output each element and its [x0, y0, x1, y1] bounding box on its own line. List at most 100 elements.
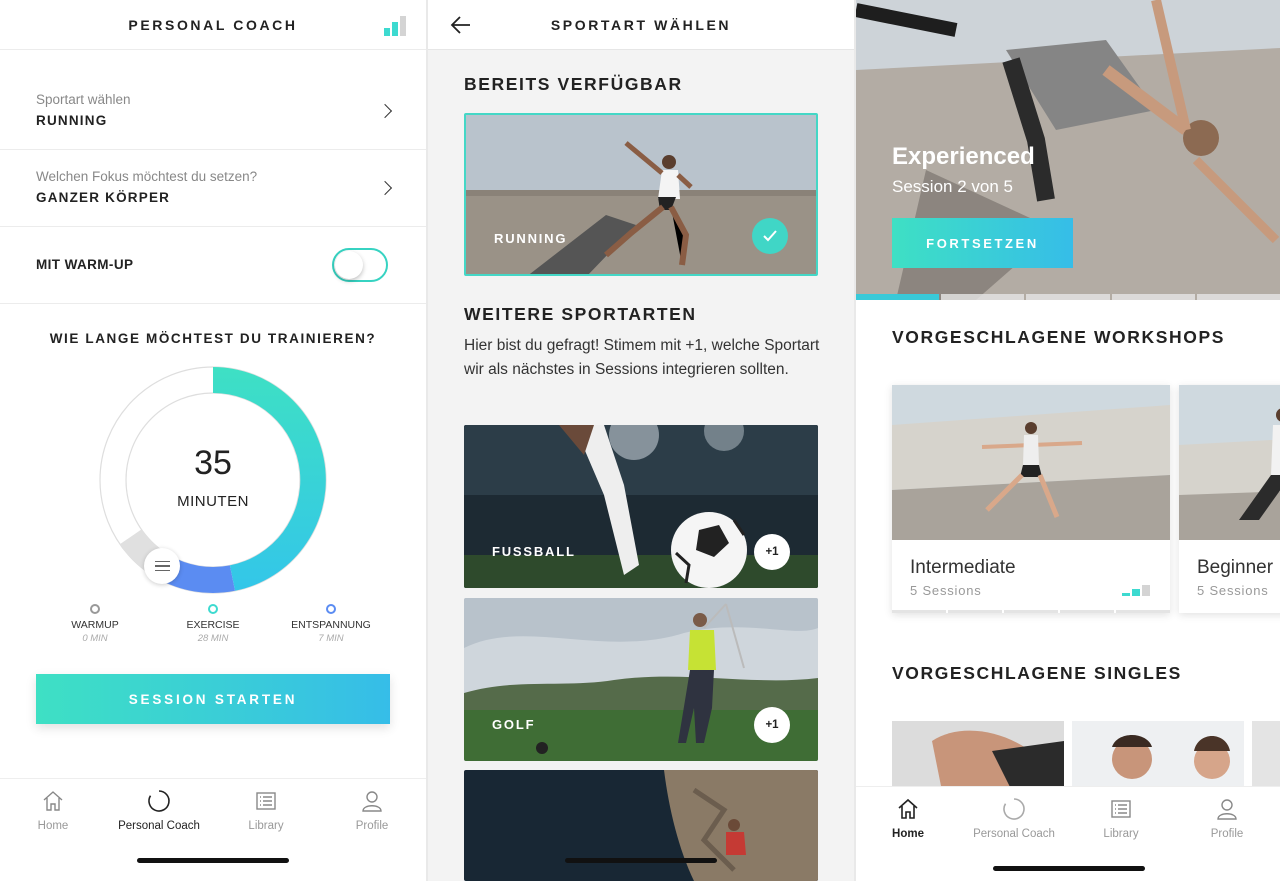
hero-banner: Experienced Session 2 von 5 FORTSETZEN	[856, 0, 1280, 300]
chevron-right-icon	[377, 103, 393, 119]
hero-subtitle: Session 2 von 5	[892, 177, 1013, 196]
coach-header: PERSONAL COACH	[0, 0, 426, 50]
home-indicator	[565, 858, 717, 863]
singles-heading: VORGESCHLAGENE SINGLES	[892, 663, 1182, 683]
sport-card-climbing[interactable]	[464, 770, 818, 881]
profile-icon	[1217, 799, 1237, 820]
tab-personal-coach-label: Personal Coach	[118, 820, 200, 832]
workshop-sessions: 5 Sessions	[910, 583, 982, 598]
session-start-button[interactable]: SESSION STARTEN	[36, 674, 390, 724]
vote-button-football[interactable]: +1	[754, 534, 790, 570]
available-heading: BEREITS VERFÜGBAR	[464, 74, 683, 94]
warmup-label: MIT WARM-UP	[36, 257, 134, 272]
single-photo	[1072, 721, 1244, 791]
sport-card-running[interactable]: RUNNING	[464, 113, 818, 276]
workshop-card-beginner[interactable]: Beginner 5 Sessions	[1179, 385, 1280, 613]
workshop-intermediate-photo	[892, 385, 1170, 540]
duration-question: WIE LANGE MÖCHTEST DU TRAINIEREN?	[49, 331, 377, 346]
single-card[interactable]	[892, 721, 1064, 791]
hero-title: Experienced	[892, 143, 1035, 170]
page-title: PERSONAL COACH	[128, 16, 298, 33]
duration-value: 35	[194, 444, 232, 482]
library-icon	[1111, 800, 1131, 818]
sport-card-running-label: RUNNING	[494, 231, 568, 246]
legend-warmup-minutes: 0 MIN	[82, 633, 108, 644]
sport-select-value: RUNNING	[36, 113, 108, 128]
focus-select-row[interactable]: Welchen Fokus möchtest du setzen? GANZER…	[0, 150, 426, 227]
warmup-row: MIT WARM-UP	[0, 227, 426, 304]
sport-select-header: SPORTART WÄHLEN	[428, 0, 854, 50]
tab-library-label: Library	[1103, 828, 1139, 840]
sport-select-label: Sportart wählen	[36, 92, 131, 107]
sport-card-golf-label: GOLF	[492, 717, 536, 732]
single-card[interactable]	[1072, 721, 1244, 791]
personal-coach-screen: PERSONAL COACH Sportart wählen RUNNING W…	[0, 0, 426, 881]
coach-icon	[148, 790, 170, 812]
legend-relaxation: ENTSPANNUNG 7 MIN	[271, 604, 391, 644]
tab-bar: Home Personal Coach Library Profile	[0, 778, 426, 881]
warmup-dot	[90, 604, 100, 614]
chevron-right-icon	[377, 180, 393, 196]
continue-button[interactable]: FORTSETZEN	[892, 218, 1073, 268]
tab-library[interactable]: Library	[216, 789, 316, 834]
profile-icon	[362, 791, 382, 812]
tab-profile[interactable]: Profile	[1177, 797, 1277, 842]
tab-profile[interactable]: Profile	[322, 789, 422, 834]
legend-warmup-name: WARMUP	[71, 619, 119, 631]
legend-warmup: WARMUP 0 MIN	[35, 604, 155, 644]
toggle-knob	[335, 251, 363, 279]
sport-card-football[interactable]: FUSSBALL +1	[464, 425, 818, 588]
tab-profile-label: Profile	[355, 820, 389, 832]
tab-library[interactable]: Library	[1071, 797, 1171, 842]
more-sports-description: Hier bist du gefragt! Stimem mit +1, wel…	[464, 337, 820, 378]
legend-exercise: EXERCISE 28 MIN	[153, 604, 273, 644]
workshop-title: Beginner	[1197, 557, 1274, 578]
tab-library-label: Library	[248, 820, 284, 832]
vote-button-golf[interactable]: +1	[754, 707, 790, 743]
home-icon	[898, 798, 918, 819]
coach-icon	[1003, 798, 1025, 820]
tab-home-label: Home	[892, 828, 924, 840]
tab-home[interactable]: Home	[3, 789, 103, 834]
exercise-dot	[208, 604, 218, 614]
home-indicator	[993, 866, 1145, 871]
relaxation-dot	[326, 604, 336, 614]
session-progress-bar	[856, 294, 1280, 300]
single-photo	[1252, 721, 1280, 791]
tab-personal-coach[interactable]: Personal Coach	[964, 797, 1064, 842]
focus-select-value: GANZER KÖRPER	[36, 190, 171, 205]
sport-card-golf[interactable]: GOLF +1	[464, 598, 818, 761]
duration-drag-handle[interactable]	[144, 548, 180, 584]
home-screen: Experienced Session 2 von 5 FORTSETZEN V…	[856, 0, 1280, 881]
level-intermediate-icon	[1122, 585, 1150, 596]
sport-card-football-label: FUSSBALL	[492, 544, 576, 559]
tab-profile-label: Profile	[1210, 828, 1244, 840]
more-sports-heading: WEITERE SPORTARTEN	[464, 304, 697, 324]
stats-icon[interactable]	[384, 14, 406, 36]
home-icon	[43, 791, 63, 811]
workshop-sessions: 5 Sessions	[1197, 583, 1269, 598]
legend-relaxation-name: ENTSPANNUNG	[291, 619, 371, 631]
workshop-progress-segments	[892, 610, 1170, 613]
focus-select-label: Welchen Fokus möchtest du setzen?	[36, 169, 258, 184]
check-icon	[752, 218, 788, 254]
legend-exercise-minutes: 28 MIN	[197, 633, 229, 644]
single-card[interactable]	[1252, 721, 1280, 791]
climbing-photo	[464, 770, 818, 881]
back-arrow-icon[interactable]	[450, 14, 472, 36]
workshop-card-intermediate[interactable]: Intermediate 5 Sessions	[892, 385, 1170, 613]
sport-select-screen: SPORTART WÄHLEN BEREITS VERFÜGBAR RUNNIN…	[428, 0, 854, 881]
legend-relaxation-minutes: 7 MIN	[318, 633, 344, 644]
workshop-beginner-photo	[1179, 385, 1280, 540]
workshop-title: Intermediate	[910, 557, 1016, 578]
page-title: SPORTART WÄHLEN	[550, 16, 732, 33]
sport-select-row[interactable]: Sportart wählen RUNNING	[0, 50, 426, 150]
single-photo	[892, 721, 1064, 791]
warmup-toggle[interactable]	[332, 248, 388, 282]
duration-unit: MINUTEN	[177, 493, 249, 510]
home-indicator	[137, 858, 289, 863]
workshops-heading: VORGESCHLAGENE WORKSHOPS	[892, 327, 1226, 347]
tab-home-label: Home	[37, 820, 69, 832]
tab-home[interactable]: Home	[858, 797, 958, 842]
tab-personal-coach[interactable]: Personal Coach	[109, 789, 209, 834]
